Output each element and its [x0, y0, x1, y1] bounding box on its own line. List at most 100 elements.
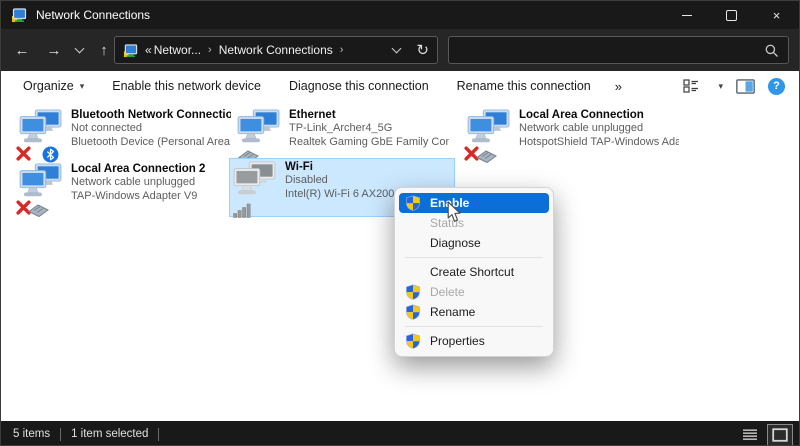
breadcrumb-overflow[interactable]: « [145, 43, 152, 57]
connection-device: Intel(R) Wi-Fi 6 AX200 1 [285, 188, 404, 202]
menu-icon-placeholder [405, 215, 421, 231]
menu-item-label: Rename [430, 305, 475, 319]
menu-item-label: Properties [430, 334, 485, 348]
change-view-icon[interactable] [683, 78, 699, 94]
tile-text: Bluetooth Network Connection Not connect… [71, 107, 231, 159]
uac-shield-icon [405, 333, 421, 349]
preview-pane-icon[interactable] [736, 79, 755, 94]
large-icons-view-button[interactable] [767, 424, 793, 446]
connection-name: Local Area Connection [519, 108, 679, 122]
menu-icon-placeholder [405, 235, 421, 251]
details-view-button[interactable] [737, 424, 763, 446]
toolbar-right-group: ▾ ? [683, 71, 785, 101]
network-adapter-icon [467, 109, 515, 159]
breadcrumb-parent[interactable]: Networ... [154, 43, 201, 57]
forward-button[interactable]: → [41, 36, 67, 64]
connection-status: Network cable unplugged [519, 122, 679, 136]
connection-device: HotspotShield TAP-Windows Ada... [519, 136, 679, 150]
title-bar: Network Connections × [1, 1, 799, 29]
thumbnail-view-icon [772, 428, 788, 442]
list-view-icon [742, 428, 758, 442]
address-bar[interactable]: « Networ... › Network Connections › ↻ [114, 36, 438, 64]
organize-button[interactable]: Organize ▾ [1, 79, 98, 93]
menu-icon-placeholder [405, 264, 421, 280]
connection-tile-ethernet[interactable]: Ethernet TP-Link_Archer4_5G Realtek Gami… [233, 106, 450, 160]
chevron-down-icon [74, 44, 84, 54]
organize-label: Organize [23, 79, 74, 93]
address-location-icon [123, 43, 138, 58]
search-input[interactable] [458, 42, 764, 58]
close-icon: × [773, 8, 781, 23]
rename-connection-button[interactable]: Rename this connection [443, 79, 605, 93]
enable-device-button[interactable]: Enable this network device [98, 79, 275, 93]
connection-tile-lan[interactable]: Local Area Connection Network cable unpl… [463, 106, 680, 160]
context-menu-item-rename[interactable]: Rename [399, 302, 549, 322]
minimize-icon [682, 15, 692, 16]
disconnected-x-icon [16, 146, 31, 161]
view-dropdown-icon[interactable]: ▾ [718, 81, 723, 92]
breadcrumb-separator[interactable]: › [208, 44, 212, 56]
context-menu-item-status[interactable]: Status [399, 213, 549, 233]
uac-shield-icon [405, 195, 421, 211]
window-title: Network Connections [36, 8, 150, 22]
connection-name: Wi-Fi [285, 160, 404, 174]
menu-item-label: Create Shortcut [430, 265, 514, 279]
tile-text: Local Area Connection 2 Network cable un… [71, 161, 205, 213]
connection-status: Network cable unplugged [71, 176, 205, 190]
network-adapter-icon [233, 161, 281, 216]
breadcrumb-separator[interactable]: › [340, 44, 344, 56]
connection-device: TAP-Windows Adapter V9 [71, 190, 205, 204]
address-dropdown-icon[interactable] [392, 44, 402, 54]
statusbar-divider [158, 428, 159, 441]
help-icon: ? [773, 80, 780, 92]
chevron-down-icon: ▾ [80, 81, 85, 92]
connection-name: Ethernet [289, 108, 449, 122]
maximize-button[interactable] [709, 1, 754, 29]
back-icon: ← [15, 42, 30, 59]
connection-name: Bluetooth Network Connection [71, 108, 231, 122]
connection-tile-lan2[interactable]: Local Area Connection 2 Network cable un… [15, 160, 232, 214]
refresh-icon[interactable]: ↻ [416, 41, 429, 59]
context-menu-item-create-shortcut[interactable]: Create Shortcut [399, 262, 549, 282]
mouse-cursor-icon [447, 201, 462, 223]
connection-status: Disabled [285, 174, 404, 188]
connection-status: TP-Link_Archer4_5G [289, 122, 449, 136]
network-connections-icon [11, 7, 27, 23]
menu-item-label: Delete [430, 285, 465, 299]
search-icon[interactable] [764, 43, 779, 58]
uac-shield-icon [405, 284, 421, 300]
diagnose-connection-button[interactable]: Diagnose this connection [275, 79, 443, 93]
ethernet-plug-icon [476, 149, 497, 164]
close-button[interactable]: × [754, 1, 799, 29]
context-menu-item-delete[interactable]: Delete [399, 282, 549, 302]
selection-count: 1 item selected [71, 428, 148, 440]
breadcrumb-current[interactable]: Network Connections [219, 43, 333, 57]
items-count: 5 items [13, 428, 50, 440]
up-icon: ↑ [100, 42, 108, 59]
maximize-icon [726, 10, 737, 21]
status-bar: 5 items 1 item selected [1, 421, 799, 446]
back-button[interactable]: ← [9, 36, 35, 64]
toolbar-overflow-button[interactable]: » [605, 79, 632, 94]
tile-text: Local Area Connection Network cable unpl… [519, 107, 679, 159]
context-menu-item-diagnose[interactable]: Diagnose [399, 233, 549, 253]
network-connections-window: Network Connections × ← → ↑ « Networ... … [0, 0, 800, 446]
search-box[interactable] [448, 36, 789, 64]
connection-tile-bluetooth[interactable]: Bluetooth Network Connection Not connect… [15, 106, 232, 160]
command-toolbar: Organize ▾ Enable this network device Di… [1, 71, 799, 101]
connection-name: Local Area Connection 2 [71, 162, 205, 176]
menu-item-label: Diagnose [430, 236, 481, 250]
caption-controls: × [664, 1, 799, 29]
forward-icon: → [47, 42, 62, 59]
recent-locations-button[interactable] [69, 36, 89, 64]
connection-status: Not connected [71, 122, 231, 136]
context-menu: Enable Status Diagnose Create Shortcut D… [394, 187, 554, 357]
connection-device: Realtek Gaming GbE Family Contr... [289, 136, 449, 150]
statusbar-view-buttons [737, 424, 793, 446]
minimize-button[interactable] [664, 1, 709, 29]
tile-text: Ethernet TP-Link_Archer4_5G Realtek Gami… [289, 107, 449, 159]
tile-text: Wi-Fi Disabled Intel(R) Wi-Fi 6 AX200 1 [285, 159, 404, 216]
help-button[interactable]: ? [768, 78, 785, 95]
context-menu-item-enable[interactable]: Enable [399, 193, 549, 213]
context-menu-item-properties[interactable]: Properties [399, 331, 549, 351]
